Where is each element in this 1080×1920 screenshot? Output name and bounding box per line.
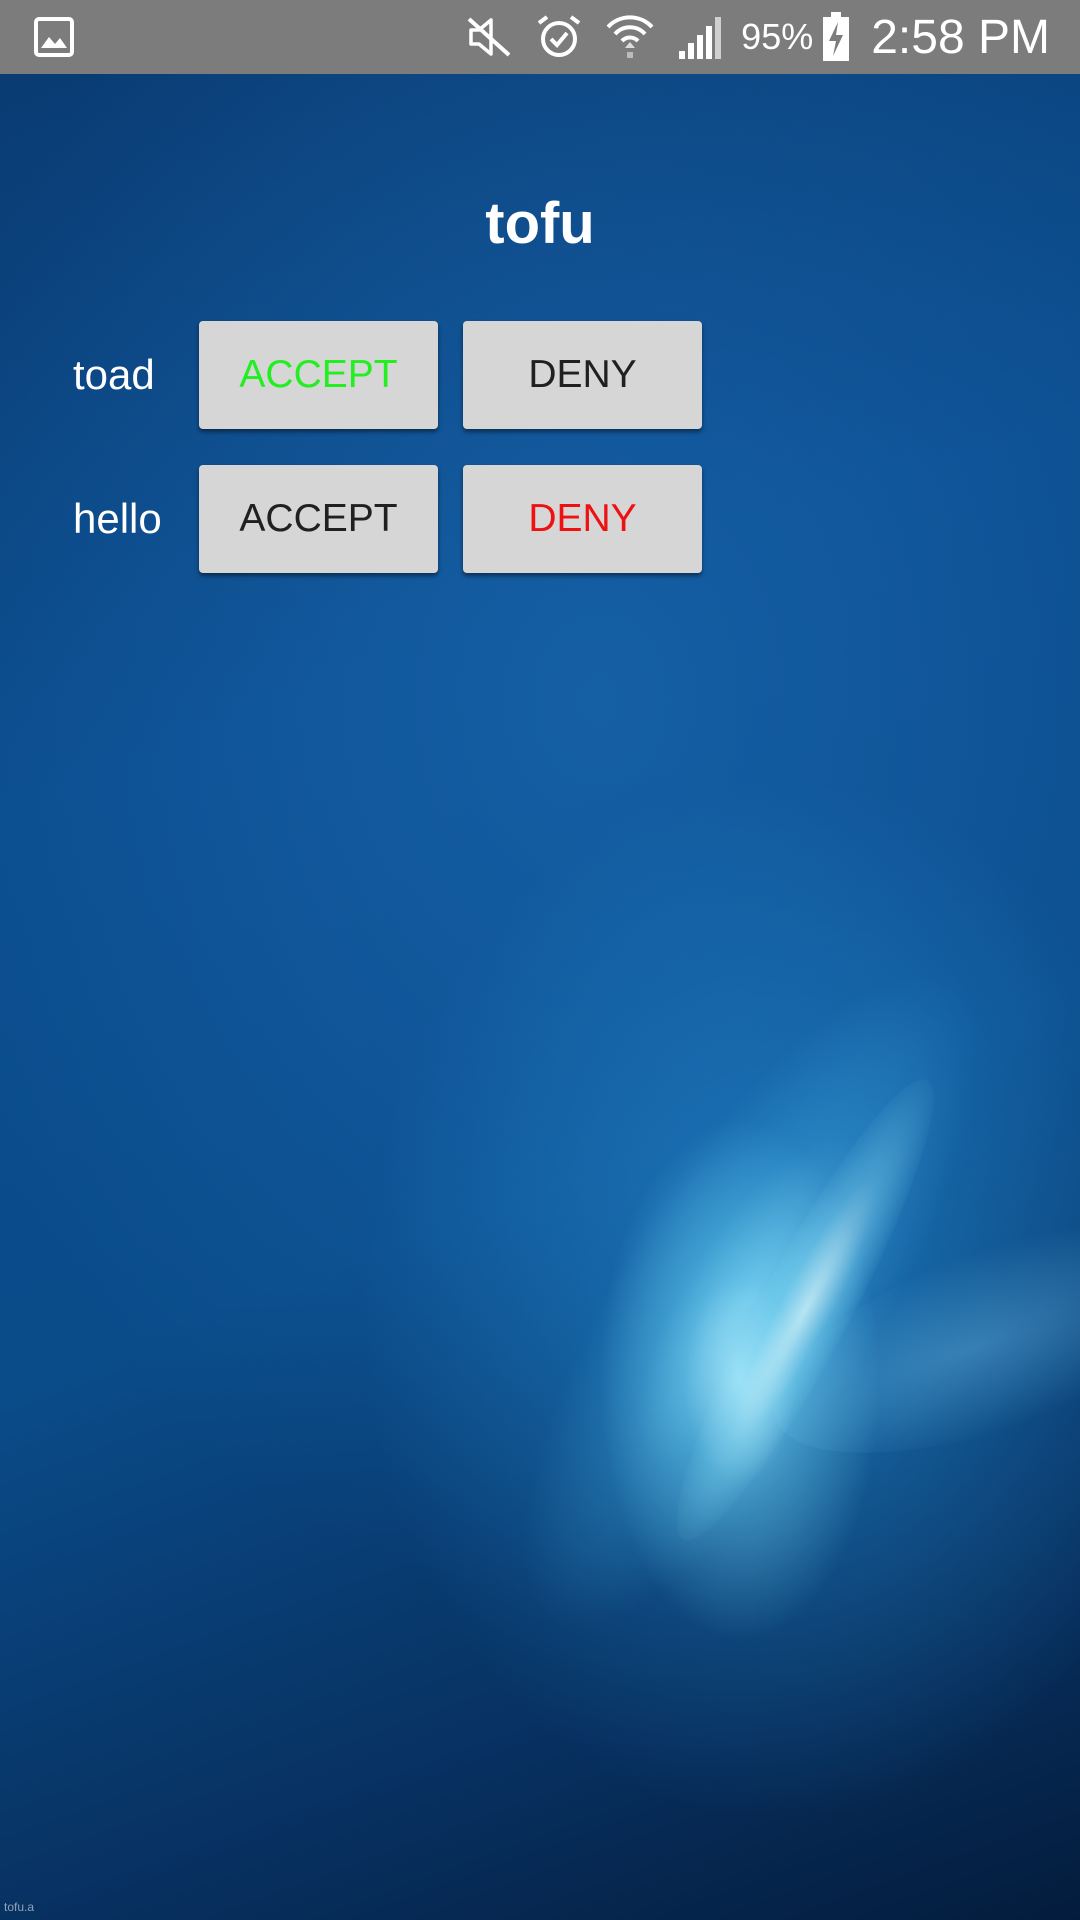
background-light-streak (744, 1156, 1080, 1504)
wallpaper-watermark: tofu.a (4, 1900, 35, 1914)
screen: 95% 2:58 PM tofu toad ACCEPT DENY hello … (0, 0, 1080, 1920)
battery-charging-icon (821, 11, 851, 63)
alarm-icon (535, 13, 583, 61)
gallery-notification-icon (34, 17, 74, 57)
cell-signal-icon (677, 13, 727, 61)
accept-button[interactable]: ACCEPT (199, 465, 438, 573)
background-light-streak (438, 908, 1062, 1692)
page-title: tofu (485, 191, 595, 256)
status-bar: 95% 2:58 PM (0, 0, 1080, 74)
battery-percent: 95% (741, 16, 814, 57)
request-row: toad ACCEPT DENY (0, 321, 1080, 429)
request-row: hello ACCEPT DENY (0, 465, 1080, 573)
deny-button[interactable]: DENY (463, 321, 702, 429)
request-name: toad (73, 351, 155, 398)
mute-icon (465, 15, 513, 59)
request-name: hello (73, 495, 162, 542)
accept-button[interactable]: ACCEPT (199, 321, 438, 429)
clock: 2:58 PM (871, 10, 1050, 64)
deny-button[interactable]: DENY (463, 465, 702, 573)
wifi-icon (605, 12, 655, 62)
background-light-streak (643, 1059, 967, 1561)
